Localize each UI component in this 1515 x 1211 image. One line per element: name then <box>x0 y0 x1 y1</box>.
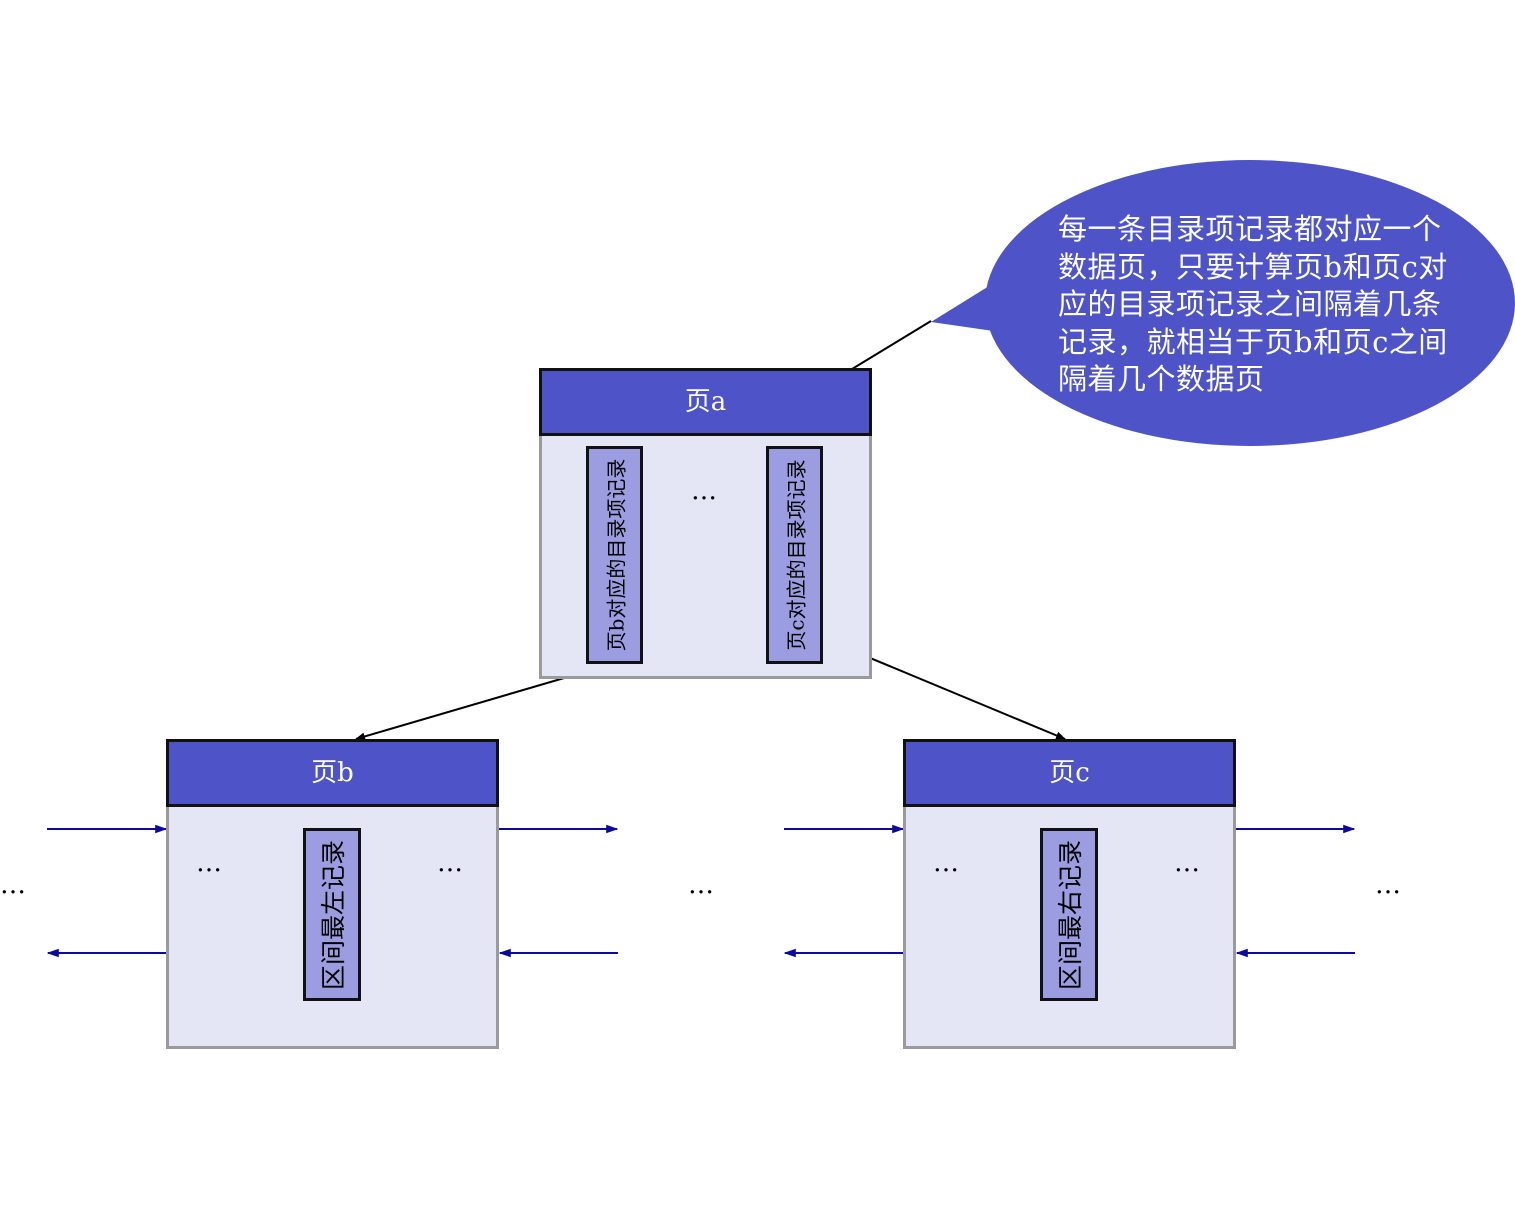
page-a-record-b: 页b对应的目录项记录 <box>586 446 643 664</box>
page-a-header: 页a <box>539 368 872 436</box>
page-c-ellipsis-left: … <box>933 848 959 878</box>
page-c-title: 页c <box>1049 758 1090 788</box>
outer-ellipsis-middle: … <box>688 870 714 900</box>
callout-text: 每一条目录项记录都对应一个 数据页，只要计算页b和页c对 应的目录项记录之间隔着… <box>1058 211 1478 399</box>
page-c-record: 区间最右记录 <box>1040 828 1098 1001</box>
callout-line: 隔着几个数据页 <box>1058 362 1265 396</box>
callout-line: 每一条目录项记录都对应一个 <box>1058 212 1442 246</box>
page-a-record-b-label: 页b对应的目录项记录 <box>604 458 628 652</box>
page-c-header: 页c <box>903 739 1236 807</box>
page-a-record-c: 页c对应的目录项记录 <box>766 446 823 664</box>
page-a-ellipsis: … <box>691 476 717 506</box>
callout-line: 记录，就相当于页b和页c之间 <box>1058 324 1448 359</box>
page-b-ellipsis-right: … <box>437 848 463 878</box>
page-b-title: 页b <box>311 758 354 788</box>
page-b-header: 页b <box>166 739 499 807</box>
callout-line: 数据页，只要计算页b和页c对 <box>1058 249 1448 284</box>
page-a-record-c-label: 页c对应的目录项记录 <box>784 459 808 651</box>
page-c-record-label: 区间最右记录 <box>1056 839 1085 990</box>
page-b-record-label: 区间最左记录 <box>319 839 348 990</box>
callout-line: 应的目录项记录之间隔着几条 <box>1058 287 1442 321</box>
page-a-title: 页a <box>684 387 727 417</box>
page-c-ellipsis-right: … <box>1174 848 1200 878</box>
page-b-ellipsis-left: … <box>196 848 222 878</box>
page-b-record: 区间最左记录 <box>303 828 361 1001</box>
outer-ellipsis-right: … <box>1375 870 1401 900</box>
outer-ellipsis-left: … <box>0 870 26 900</box>
